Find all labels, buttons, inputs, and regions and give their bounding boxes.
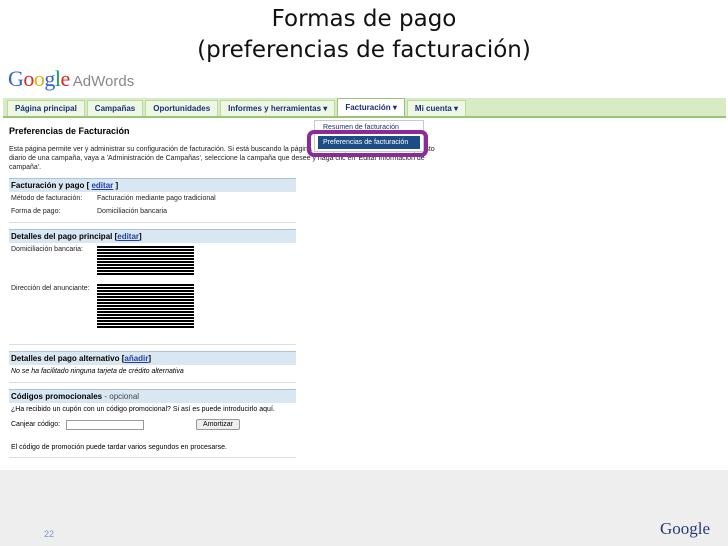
divider (9, 344, 296, 345)
slide-title: Formas de pago (preferencias de facturac… (0, 4, 728, 66)
primary-payment-header: Detalles del pago principal [editar] (9, 229, 296, 243)
field-label: Domiciliación bancaria: (11, 246, 83, 253)
logo-letter: o (33, 66, 45, 91)
google-adwords-logo[interactable]: Google AdWords (8, 66, 134, 92)
primary-edit-link[interactable]: editar (117, 232, 139, 241)
slide-title-line-1: Formas de pago (271, 6, 457, 32)
logo-letter: G (8, 66, 24, 91)
redacted-address (97, 284, 194, 328)
logo-letter: g (44, 66, 55, 91)
promo-optional-label: - opcional (104, 392, 140, 401)
bank-row: Domiciliación bancaria: (9, 243, 299, 277)
alternative-payment-header: Detalles del pago alternativo [añadir] (9, 351, 296, 365)
logo-product-name: AdWords (72, 73, 135, 90)
billing-edit-link[interactable]: editar (91, 181, 113, 190)
slide-title-line-2: (preferencias de facturación) (197, 37, 531, 63)
promo-question: ¿Ha recibido un cupón con un código prom… (11, 406, 275, 413)
redeem-button[interactable]: Amortizar (196, 419, 240, 430)
promo-header: Códigos promocionales - opcional (9, 389, 296, 403)
alternative-add-link[interactable]: añadir (124, 354, 148, 363)
tab-oportunidades[interactable]: Oportunidades (145, 100, 219, 116)
logo-letter: e (60, 66, 71, 91)
promo-title: Códigos promocionales (11, 392, 103, 401)
divider (9, 457, 296, 458)
divider (9, 222, 296, 223)
page-heading: Preferencias de Facturación (9, 126, 130, 136)
tab-informes[interactable]: Informes y herramientas ▾ (220, 100, 336, 116)
redacted-bank-details (97, 245, 194, 275)
primary-payment-title: Detalles del pago principal (11, 232, 113, 241)
highlight-annotation (307, 130, 428, 157)
slide-page-number: 22 (44, 529, 55, 539)
promo-note: El código de promoción puede tardar vari… (11, 444, 227, 451)
billing-section-title: Facturación y pago (11, 181, 85, 190)
field-label: Dirección del anunciante: (11, 285, 90, 292)
main-content: Preferencias de Facturación Esta página … (9, 122, 435, 458)
redeem-row: Canjear código: Amortizar (9, 416, 299, 433)
billing-section-header: Facturación y pago [ editar ] (9, 178, 296, 192)
slide-footer-band (0, 470, 728, 546)
field-value: Facturación mediante pago tradicional (97, 195, 216, 202)
divider (9, 382, 296, 383)
field-label: Método de facturación: (11, 195, 83, 202)
tab-pagina-principal[interactable]: Página principal (7, 100, 85, 116)
logo-letter: o (23, 66, 34, 91)
tab-facturacion[interactable]: Facturación ▾ (337, 98, 405, 116)
payment-form-row: Forma de pago: Domiciliación bancaria (9, 205, 299, 218)
footer-google-logo: Google (660, 519, 711, 538)
address-row: Dirección del anunciante: (9, 282, 299, 330)
redeem-label: Canjear código: (11, 421, 61, 428)
billing-method-row: Método de facturación: Facturación media… (9, 192, 299, 205)
field-value: Domiciliación bancaria (97, 208, 168, 215)
promo-code-input[interactable] (66, 419, 145, 430)
main-nav: Página principal Campañas Oportunidades … (3, 98, 726, 118)
alternative-note: No se ha facilitado ninguna tarjeta de c… (11, 368, 184, 375)
tab-campanas[interactable]: Campañas (86, 100, 144, 116)
alternative-payment-title: Detalles del pago alternativo (11, 354, 120, 363)
field-label: Forma de pago: (11, 208, 61, 215)
tab-mi-cuenta[interactable]: Mi cuenta ▾ (406, 100, 467, 116)
